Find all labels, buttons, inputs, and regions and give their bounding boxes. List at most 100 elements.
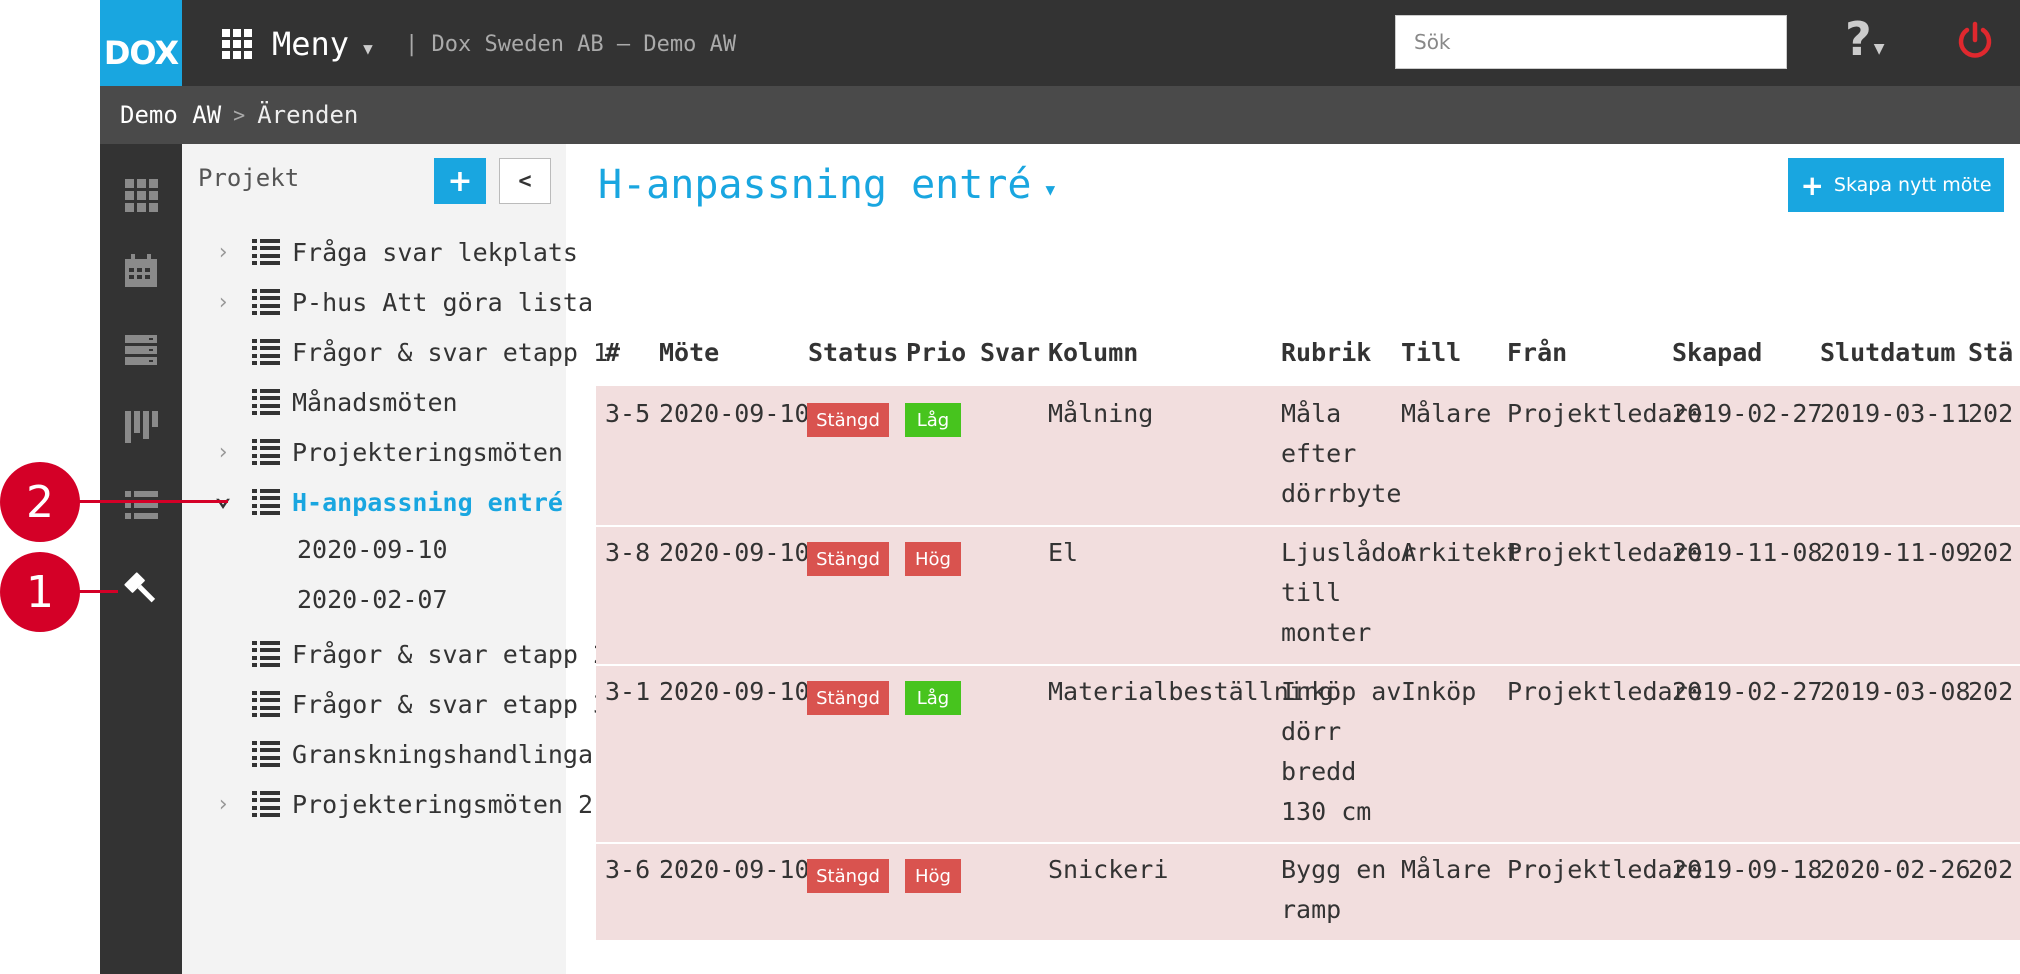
list-icon [252,339,280,365]
project-item[interactable]: › Projekteringsmöten [216,432,563,472]
column-header[interactable]: Till [1401,338,1461,378]
column-header[interactable]: Svar [980,338,1040,378]
table-cell-id[interactable]: 3-6 [605,850,650,890]
menu-button[interactable]: Meny ▼ [222,22,373,66]
chevron-right-icon[interactable]: › [214,792,232,817]
collapse-panel-button[interactable]: < [499,158,551,204]
calendar-icon[interactable] [122,252,160,290]
project-item-label: Frågor & svar etapp 3 [292,689,609,719]
status-badge: Stängd [807,681,889,715]
column-header[interactable]: Från [1507,338,1567,378]
table-cell-kolumn: Målning [1048,399,1154,428]
side-nav [100,144,182,974]
table-cell-rubrik: Inköp av dörr bredd 130 cm [1281,672,1401,832]
column-header[interactable]: Kolumn [1048,338,1138,378]
rubrik-line: Måla [1281,399,1342,428]
list-icon [252,439,280,465]
rubrik-line: Bygg en [1281,855,1387,884]
row-divider [596,842,2020,844]
rubrik-line: ramp [1281,895,1342,924]
breadcrumb-root[interactable]: Demo AW [120,101,221,129]
menu-label: Meny [272,25,350,63]
project-item[interactable]: › Projekteringsmöten 2... [216,784,638,824]
rubrik-line: till [1281,578,1342,607]
apps-grid-icon[interactable] [122,176,160,214]
column-header[interactable]: Prio [906,338,966,378]
column-header[interactable]: Rubrik [1281,338,1371,378]
status-badge: Stängd [807,542,889,576]
create-meeting-label: Skapa nytt möte [1833,174,1992,196]
list-icon[interactable] [122,486,160,524]
kanban-icon[interactable] [122,408,160,446]
page-title[interactable]: H-anpassning entré ▼ [598,162,1055,208]
table-cell-rubrik: Bygg en ramp [1281,850,1386,930]
table-cell-stangd: 202 [1968,538,2014,567]
row-divider [596,525,2020,527]
project-item[interactable]: › Fråga svar lekplats [216,232,578,272]
list-icon [252,489,280,515]
project-panel-title: Projekt [198,164,300,192]
caret-down-icon: ▼ [363,38,373,58]
table-cell-kolumn: Snickeri [1048,855,1169,884]
power-icon[interactable] [1955,21,1995,61]
column-header[interactable]: Stä [1968,338,2013,378]
breadcrumb-current: Ärenden [257,101,359,129]
project-item[interactable]: Månadsmöten [252,382,458,422]
table-cell-rubrik: Ljuslådor till monter [1281,533,1416,653]
dox-logo[interactable]: DOX [100,0,182,86]
table-cell-id[interactable]: 3-8 [605,533,650,573]
column-header[interactable]: Slutdatum [1820,338,1955,378]
search-input[interactable] [1395,15,1787,69]
project-item[interactable]: › P-hus Att göra lista [216,282,593,322]
project-item-label: Fråga svar lekplats [292,237,578,267]
project-item[interactable]: Frågor & svar etapp 1 [252,332,608,372]
table-cell-slutdatum: 2019-11-09 [1820,538,1971,567]
add-project-button[interactable]: + [434,158,486,204]
project-item-label: Månadsmöten [292,387,458,417]
chevron-right-icon[interactable]: › [214,240,232,265]
list-icon [252,389,280,415]
callout-2: 2 [0,462,80,542]
project-item[interactable]: Granskningshandlingar [252,734,608,774]
column-header[interactable]: Status [808,338,898,378]
project-item[interactable]: ⌄ H-anpassning entré [214,478,563,522]
list-icon [252,791,280,817]
chevron-right-icon[interactable]: › [214,290,232,315]
gavel-icon[interactable] [122,570,160,608]
table-cell-till: Arkitekt [1401,538,1522,567]
table-cell-mote: 2020-09-10 [659,677,810,706]
list-icon [252,741,280,767]
server-icon[interactable] [122,330,160,368]
help-button[interactable]: ? ▼ [1845,12,1884,66]
rubrik-line: Ljuslådor [1281,538,1417,567]
rubrik-line: efter [1281,439,1357,468]
chevron-right-icon[interactable]: › [214,440,232,465]
table-cell-rubrik: Måla efter dörrbyte [1281,394,1401,514]
plus-icon: + [1800,168,1824,202]
caret-down-icon: ▼ [1045,179,1056,199]
callout-2-line [78,500,228,503]
priority-badge: Hög [905,542,961,576]
chevron-right-icon: > [233,103,246,127]
list-icon [252,691,280,717]
column-header[interactable]: # [605,338,620,378]
table-cell-id[interactable]: 3-1 [605,672,650,712]
help-icon: ? [1845,12,1872,66]
table-cell-mote: 2020-09-10 [659,399,810,428]
project-item-label: Granskningshandlingar [292,739,609,769]
meeting-date-item[interactable]: 2020-02-07 [297,585,448,614]
chevron-down-icon[interactable]: ⌄ [214,478,232,513]
project-item-label: H-anpassning entré [292,487,563,517]
row-divider [596,664,2020,666]
table-cell-id[interactable]: 3-5 [605,394,650,434]
create-meeting-button[interactable]: + Skapa nytt möte [1788,158,2004,212]
project-item[interactable]: Frågor & svar etapp 2 [252,634,608,674]
caret-down-icon: ▼ [1873,41,1885,57]
column-header[interactable]: Möte [659,338,719,378]
table-cell-skapad: 2019-09-18 [1672,855,1823,884]
column-header[interactable]: Skapad [1672,338,1762,378]
status-badge: Stängd [807,859,889,893]
table-cell-slutdatum: 2020-02-26 [1820,855,1971,884]
meeting-date-item[interactable]: 2020-09-10 [297,535,448,564]
project-item[interactable]: Frågor & svar etapp 3 [252,684,608,724]
